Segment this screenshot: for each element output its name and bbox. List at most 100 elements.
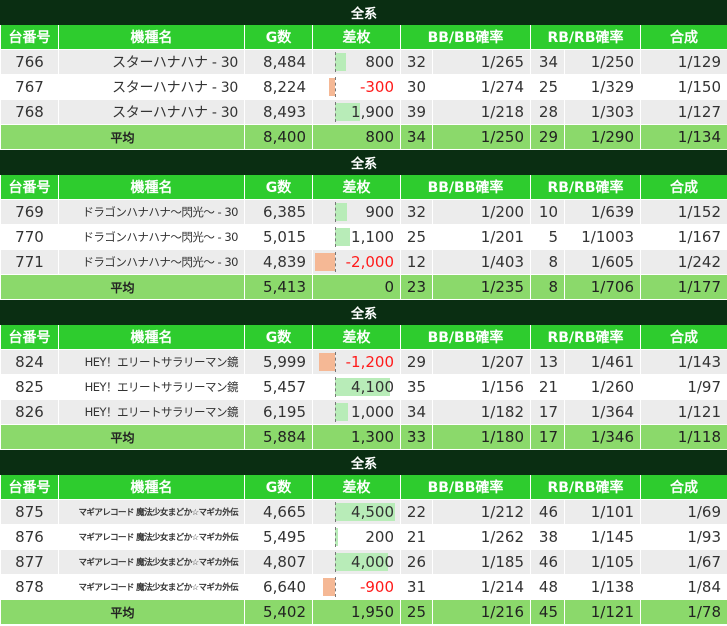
machine-name: スターハナハナ - 30 — [58, 74, 245, 100]
column-header-row: 台番号 機種名 G数 差枚 BB/BB確率 RB/RB確率 合成 — [0, 174, 727, 200]
group-title-bar: 全系 — [0, 0, 727, 25]
average-rb-rate: 1/706 — [564, 274, 641, 300]
diff-bar-negative — [323, 578, 335, 596]
bb-count: 29 — [400, 349, 433, 375]
average-combined: 1/118 — [639, 424, 727, 450]
diff-value: 900 — [365, 203, 394, 221]
machine-name: マギアレコード 魔法少女まどか☆マギカ外伝 — [58, 549, 245, 575]
average-row: 平均 5,402 1,950 25 1/216 45 1/121 1/78 — [0, 599, 727, 625]
bb-count: 21 — [400, 524, 433, 550]
header-bb: BB/BB確率 — [400, 24, 531, 50]
diff-zero-line — [335, 352, 336, 372]
average-bb-rate: 1/216 — [432, 599, 531, 625]
diff-cell: 4,500 — [312, 499, 401, 525]
combined-rate: 1/97 — [639, 374, 727, 400]
table-row[interactable]: 768 スターハナハナ - 30 8,493 1,900 39 1/218 28 1/303 1… — [0, 99, 727, 125]
combined-rate: 1/143 — [639, 349, 727, 375]
machine-number: 877 — [0, 549, 59, 575]
combined-rate: 1/242 — [639, 249, 727, 275]
machine-number: 824 — [0, 349, 59, 375]
header-diff: 差枚 — [312, 324, 401, 350]
bb-rate: 1/274 — [432, 74, 531, 100]
header-machine-no: 台番号 — [0, 474, 59, 500]
table-row[interactable]: 770 ドラゴンハナハナ～閃光～ - 30 5,015 1,100 25 1/201 5 1/… — [0, 224, 727, 250]
average-label: 平均 — [0, 599, 245, 625]
diff-value: 800 — [365, 53, 394, 71]
average-combined: 1/78 — [639, 599, 727, 625]
diff-value: 1,000 — [351, 403, 394, 421]
header-machine-no: 台番号 — [0, 174, 59, 200]
average-rb-rate: 1/290 — [564, 124, 641, 150]
average-rb-rate: 1/346 — [564, 424, 641, 450]
bb-count: 22 — [400, 499, 433, 525]
game-count: 6,195 — [244, 399, 313, 425]
machine-name: スターハナハナ - 30 — [58, 49, 245, 75]
bb-rate: 1/200 — [432, 199, 531, 225]
group-title-bar: 全系 — [0, 150, 727, 175]
combined-rate: 1/152 — [639, 199, 727, 225]
game-count: 5,495 — [244, 524, 313, 550]
machine-name: ドラゴンハナハナ～閃光～ - 30 — [58, 224, 245, 250]
bb-count: 35 — [400, 374, 433, 400]
average-bb: 25 — [400, 599, 433, 625]
rb-rate: 1/101 — [564, 499, 641, 525]
table-row[interactable]: 826 HEY！エリートサラリーマン鏡 6,195 1,000 34 1/182 17 1/3… — [0, 399, 727, 425]
machine-number: 825 — [0, 374, 59, 400]
diff-zero-line — [335, 552, 336, 572]
table-row[interactable]: 878 マギアレコード 魔法少女まどか☆マギカ外伝 6,640 -900 31 1/214… — [0, 574, 727, 600]
rb-rate: 1/250 — [564, 49, 641, 75]
machine-number: 875 — [0, 499, 59, 525]
group-title-bar: 全系 — [0, 450, 727, 475]
diff-bar-positive — [335, 53, 346, 71]
group-title: 全系 — [0, 450, 727, 475]
bb-count: 25 — [400, 224, 433, 250]
rb-count: 21 — [530, 374, 565, 400]
group-title: 全系 — [0, 150, 727, 175]
diff-value: 1,100 — [351, 228, 394, 246]
diff-zero-line — [335, 227, 336, 247]
game-count: 8,224 — [244, 74, 313, 100]
combined-rate: 1/150 — [639, 74, 727, 100]
machine-number: 771 — [0, 249, 59, 275]
bb-count: 12 — [400, 249, 433, 275]
average-games: 5,884 — [244, 424, 313, 450]
diff-zero-line — [335, 102, 336, 122]
machine-name: ドラゴンハナハナ～閃光～ - 30 — [58, 249, 245, 275]
table-row[interactable]: 824 HEY！エリートサラリーマン鏡 5,999 -1,200 29 1/207 13 1/… — [0, 349, 727, 375]
bb-rate: 1/403 — [432, 249, 531, 275]
bb-count: 30 — [400, 74, 433, 100]
table-row[interactable]: 877 マギアレコード 魔法少女まどか☆マギカ外伝 4,807 4,000 26 1/18… — [0, 549, 727, 575]
average-bb: 23 — [400, 274, 433, 300]
diff-value: -900 — [359, 578, 394, 596]
group-title-bar: 全系 — [0, 300, 727, 325]
table-row[interactable]: 771 ドラゴンハナハナ～閃光～ - 30 4,839 -2,000 12 1/403 8 1… — [0, 249, 727, 275]
diff-cell: 4,100 — [312, 374, 401, 400]
combined-rate: 1/84 — [639, 574, 727, 600]
header-bb: BB/BB確率 — [400, 474, 531, 500]
header-games: G数 — [244, 324, 313, 350]
table-row[interactable]: 875 マギアレコード 魔法少女まどか☆マギカ外伝 4,665 4,500 22 1/21… — [0, 499, 727, 525]
bb-rate: 1/262 — [432, 524, 531, 550]
rb-count: 46 — [530, 499, 565, 525]
bb-count: 31 — [400, 574, 433, 600]
table-row[interactable]: 767 スターハナハナ - 30 8,224 -300 30 1/274 25 1/329 1/… — [0, 74, 727, 100]
bb-count: 32 — [400, 199, 433, 225]
average-combined: 1/134 — [639, 124, 727, 150]
game-count: 4,839 — [244, 249, 313, 275]
diff-zero-line — [335, 577, 336, 597]
diff-value: 1,900 — [351, 103, 394, 121]
average-bb: 33 — [400, 424, 433, 450]
diff-zero-line — [335, 527, 336, 547]
average-label: 平均 — [0, 274, 245, 300]
table-row[interactable]: 769 ドラゴンハナハナ～閃光～ - 30 6,385 900 32 1/200 10 1/6… — [0, 199, 727, 225]
rb-rate: 1/303 — [564, 99, 641, 125]
game-count: 6,640 — [244, 574, 313, 600]
table-row[interactable]: 825 HEY！エリートサラリーマン鏡 5,457 4,100 35 1/156 21 1/2… — [0, 374, 727, 400]
header-bb: BB/BB確率 — [400, 174, 531, 200]
average-rb: 45 — [530, 599, 565, 625]
table-row[interactable]: 876 マギアレコード 魔法少女まどか☆マギカ外伝 5,495 200 21 1/262 3… — [0, 524, 727, 550]
group-title: 全系 — [0, 0, 727, 25]
bb-rate: 1/182 — [432, 399, 531, 425]
table-row[interactable]: 766 スターハナハナ - 30 8,484 800 32 1/265 34 1/250 1/1… — [0, 49, 727, 75]
average-diff: 1,950 — [312, 599, 401, 625]
